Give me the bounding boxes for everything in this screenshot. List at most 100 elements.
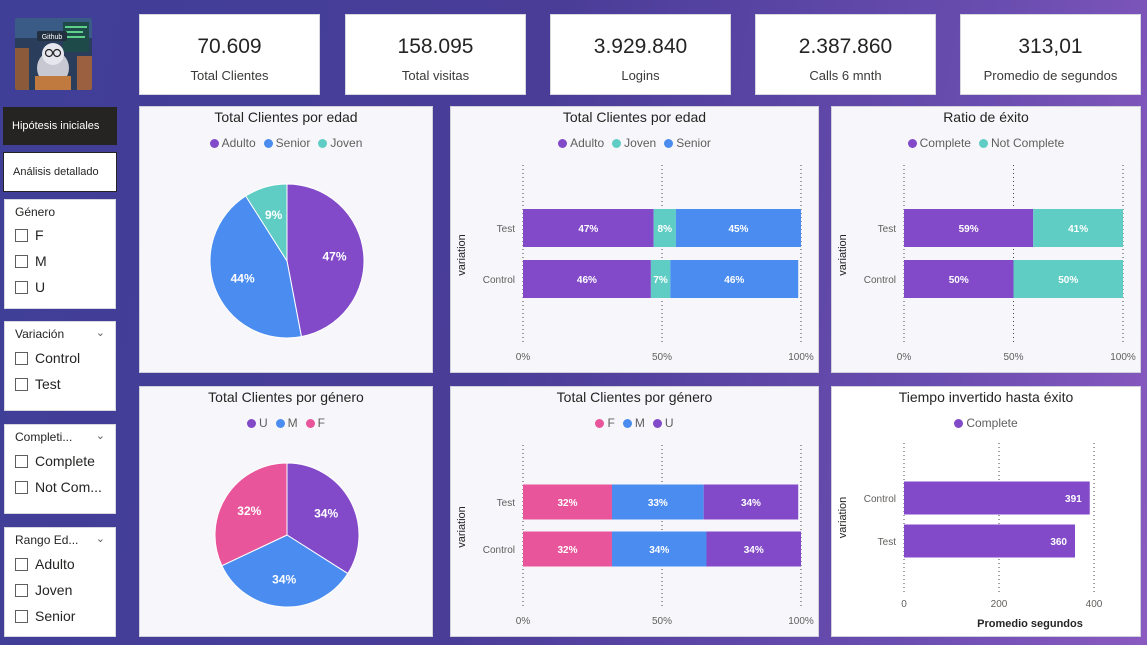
pie-data-label: 47% [323,250,347,264]
x-tick-label: 100% [1110,352,1136,363]
pie-data-label: 9% [265,208,283,222]
option-label: M [35,253,47,269]
kpi-total-visitas: 158.095 Total visitas [345,14,526,95]
chevron-down-icon[interactable]: ⌄ [96,326,105,339]
bar-data-label: 360 [1050,537,1067,548]
x-tick-label: 400 [1086,599,1103,610]
kpi-label: Promedio de segundos [983,68,1118,83]
slicer-title: Género [15,205,56,219]
option-label: Test [35,376,61,392]
y-axis-label: variation [456,506,468,548]
y-category-label: Control [864,494,896,505]
bar-chart-edad: 0% 50% 100% variation Test 47% 8% 45% Control 46%… [456,165,814,363]
slicer-option-test[interactable]: Test [15,376,61,392]
bar-chart-tiempo: 0 200 400 variation Promedio segundos Control… [837,443,1103,630]
checkbox[interactable] [15,557,28,571]
option-label: Control [35,350,81,366]
bar-data-label: 34% [744,545,764,556]
checkbox[interactable] [15,609,28,623]
slicer-genero: Género F M U [4,199,116,309]
slicer-option-joven[interactable]: Joven [15,582,72,598]
slicer-option-u[interactable]: U [15,279,45,295]
checkbox[interactable] [15,377,28,391]
slicer-completion: Completi... ⌄ Complete Not Com... [4,424,116,514]
checkbox[interactable] [15,351,28,365]
bar-data-label: 8% [658,224,673,235]
panel-bar-tiempo: Tiempo invertido hasta éxito Complete 02… [831,386,1141,637]
y-axis-label: variation [456,234,468,276]
logo-image: Github [15,18,92,90]
checkbox[interactable] [15,228,28,242]
kpi-label: Logins [621,68,660,83]
nav-hipotesis-label: Hipótesis iniciales [12,120,100,132]
logo-text: Github [42,34,63,41]
kpi-value: 2.387.860 [798,35,893,58]
y-category-label: Test [878,224,897,235]
x-tick-label: 0 [901,599,907,610]
y-category-label: Control [483,545,515,556]
slicer-option-not-complete[interactable]: Not Com... [15,479,102,495]
y-axis-label: variation [837,497,849,539]
kpi-total-clientes: 70.609 Total Clientes [139,14,320,95]
checkbox[interactable] [15,454,28,468]
bar-data-label: 32% [557,498,577,509]
x-tick-label: 0% [516,352,531,363]
option-label: Senior [35,608,76,624]
chevron-down-icon[interactable]: ⌄ [96,429,105,442]
option-label: Joven [35,582,73,598]
y-category-label: Control [483,275,515,286]
kpi-value: 3.929.840 [593,35,688,58]
bar-data-label: 32% [557,545,577,556]
x-tick-label: 0% [897,352,912,363]
kpi-label: Calls 6 mnth [809,68,882,83]
x-tick-label: 0% [516,616,531,627]
checkbox[interactable] [15,480,28,494]
kpi-calls: 2.387.860 Calls 6 mnth [755,14,936,95]
x-tick-label: 50% [652,352,672,363]
slicer-variacion: Variación ⌄ Control Test [4,321,116,411]
option-label: F [35,227,44,243]
y-category-label: Test [878,537,897,548]
checkbox[interactable] [15,583,28,597]
bar-data-label: 47% [578,224,598,235]
slicer-option-senior[interactable]: Senior [15,608,75,624]
y-category-label: Test [497,224,516,235]
x-tick-label: 100% [788,616,814,627]
bar-data-label: 33% [648,498,668,509]
checkbox[interactable] [15,280,28,294]
nav-analisis-button[interactable]: Análisis detallado [3,152,117,192]
slicer-title: Completi... [15,430,73,444]
kpi-promedio-segundos: 313,01 Promedio de segundos [960,14,1141,95]
bar-chart-exito: 0% 50% 100% variation Test 59% 41% Control 50% 50… [837,165,1136,363]
slicer-option-adulto[interactable]: Adulto [15,556,75,572]
option-label: U [35,279,46,295]
panel-pie-genero: Total Clientes por género UMF 34% 34% 32% [139,386,433,637]
pie-data-label: 34% [314,506,338,520]
chevron-down-icon[interactable]: ⌄ [96,532,105,545]
y-axis-label: variation [837,234,849,276]
nav-hipotesis-button[interactable]: Hipótesis iniciales [3,107,117,145]
slicer-option-complete[interactable]: Complete [15,453,95,469]
slicer-option-f[interactable]: F [15,227,44,243]
bar-data-label: 41% [1068,224,1088,235]
checkbox[interactable] [15,254,28,268]
pie-chart-genero: 34% 34% 32% [214,462,360,608]
y-category-label: Control [864,275,896,286]
pie-chart-edad: 47% 44% 9% [209,183,365,339]
pie-data-label: 34% [272,573,296,587]
bar-segment-complete[interactable] [904,481,1090,515]
slicer-title: Variación [15,327,65,341]
slicer-rango-edad: Rango Ed... ⌄ Adulto Joven Senior [4,527,116,637]
bar-data-label: 46% [724,275,744,286]
nav-analisis-label: Análisis detallado [13,166,99,178]
kpi-logins: 3.929.840 Logins [550,14,731,95]
x-tick-label: 100% [788,352,814,363]
x-tick-label: 50% [1003,352,1023,363]
slicer-option-m[interactable]: M [15,253,47,269]
option-label: Adulto [35,556,75,572]
slicer-title: Rango Ed... [15,533,79,547]
option-label: Not Com... [35,479,102,495]
option-label: Complete [35,453,95,469]
bar-data-label: 391 [1065,494,1082,505]
slicer-option-control[interactable]: Control [15,350,80,366]
